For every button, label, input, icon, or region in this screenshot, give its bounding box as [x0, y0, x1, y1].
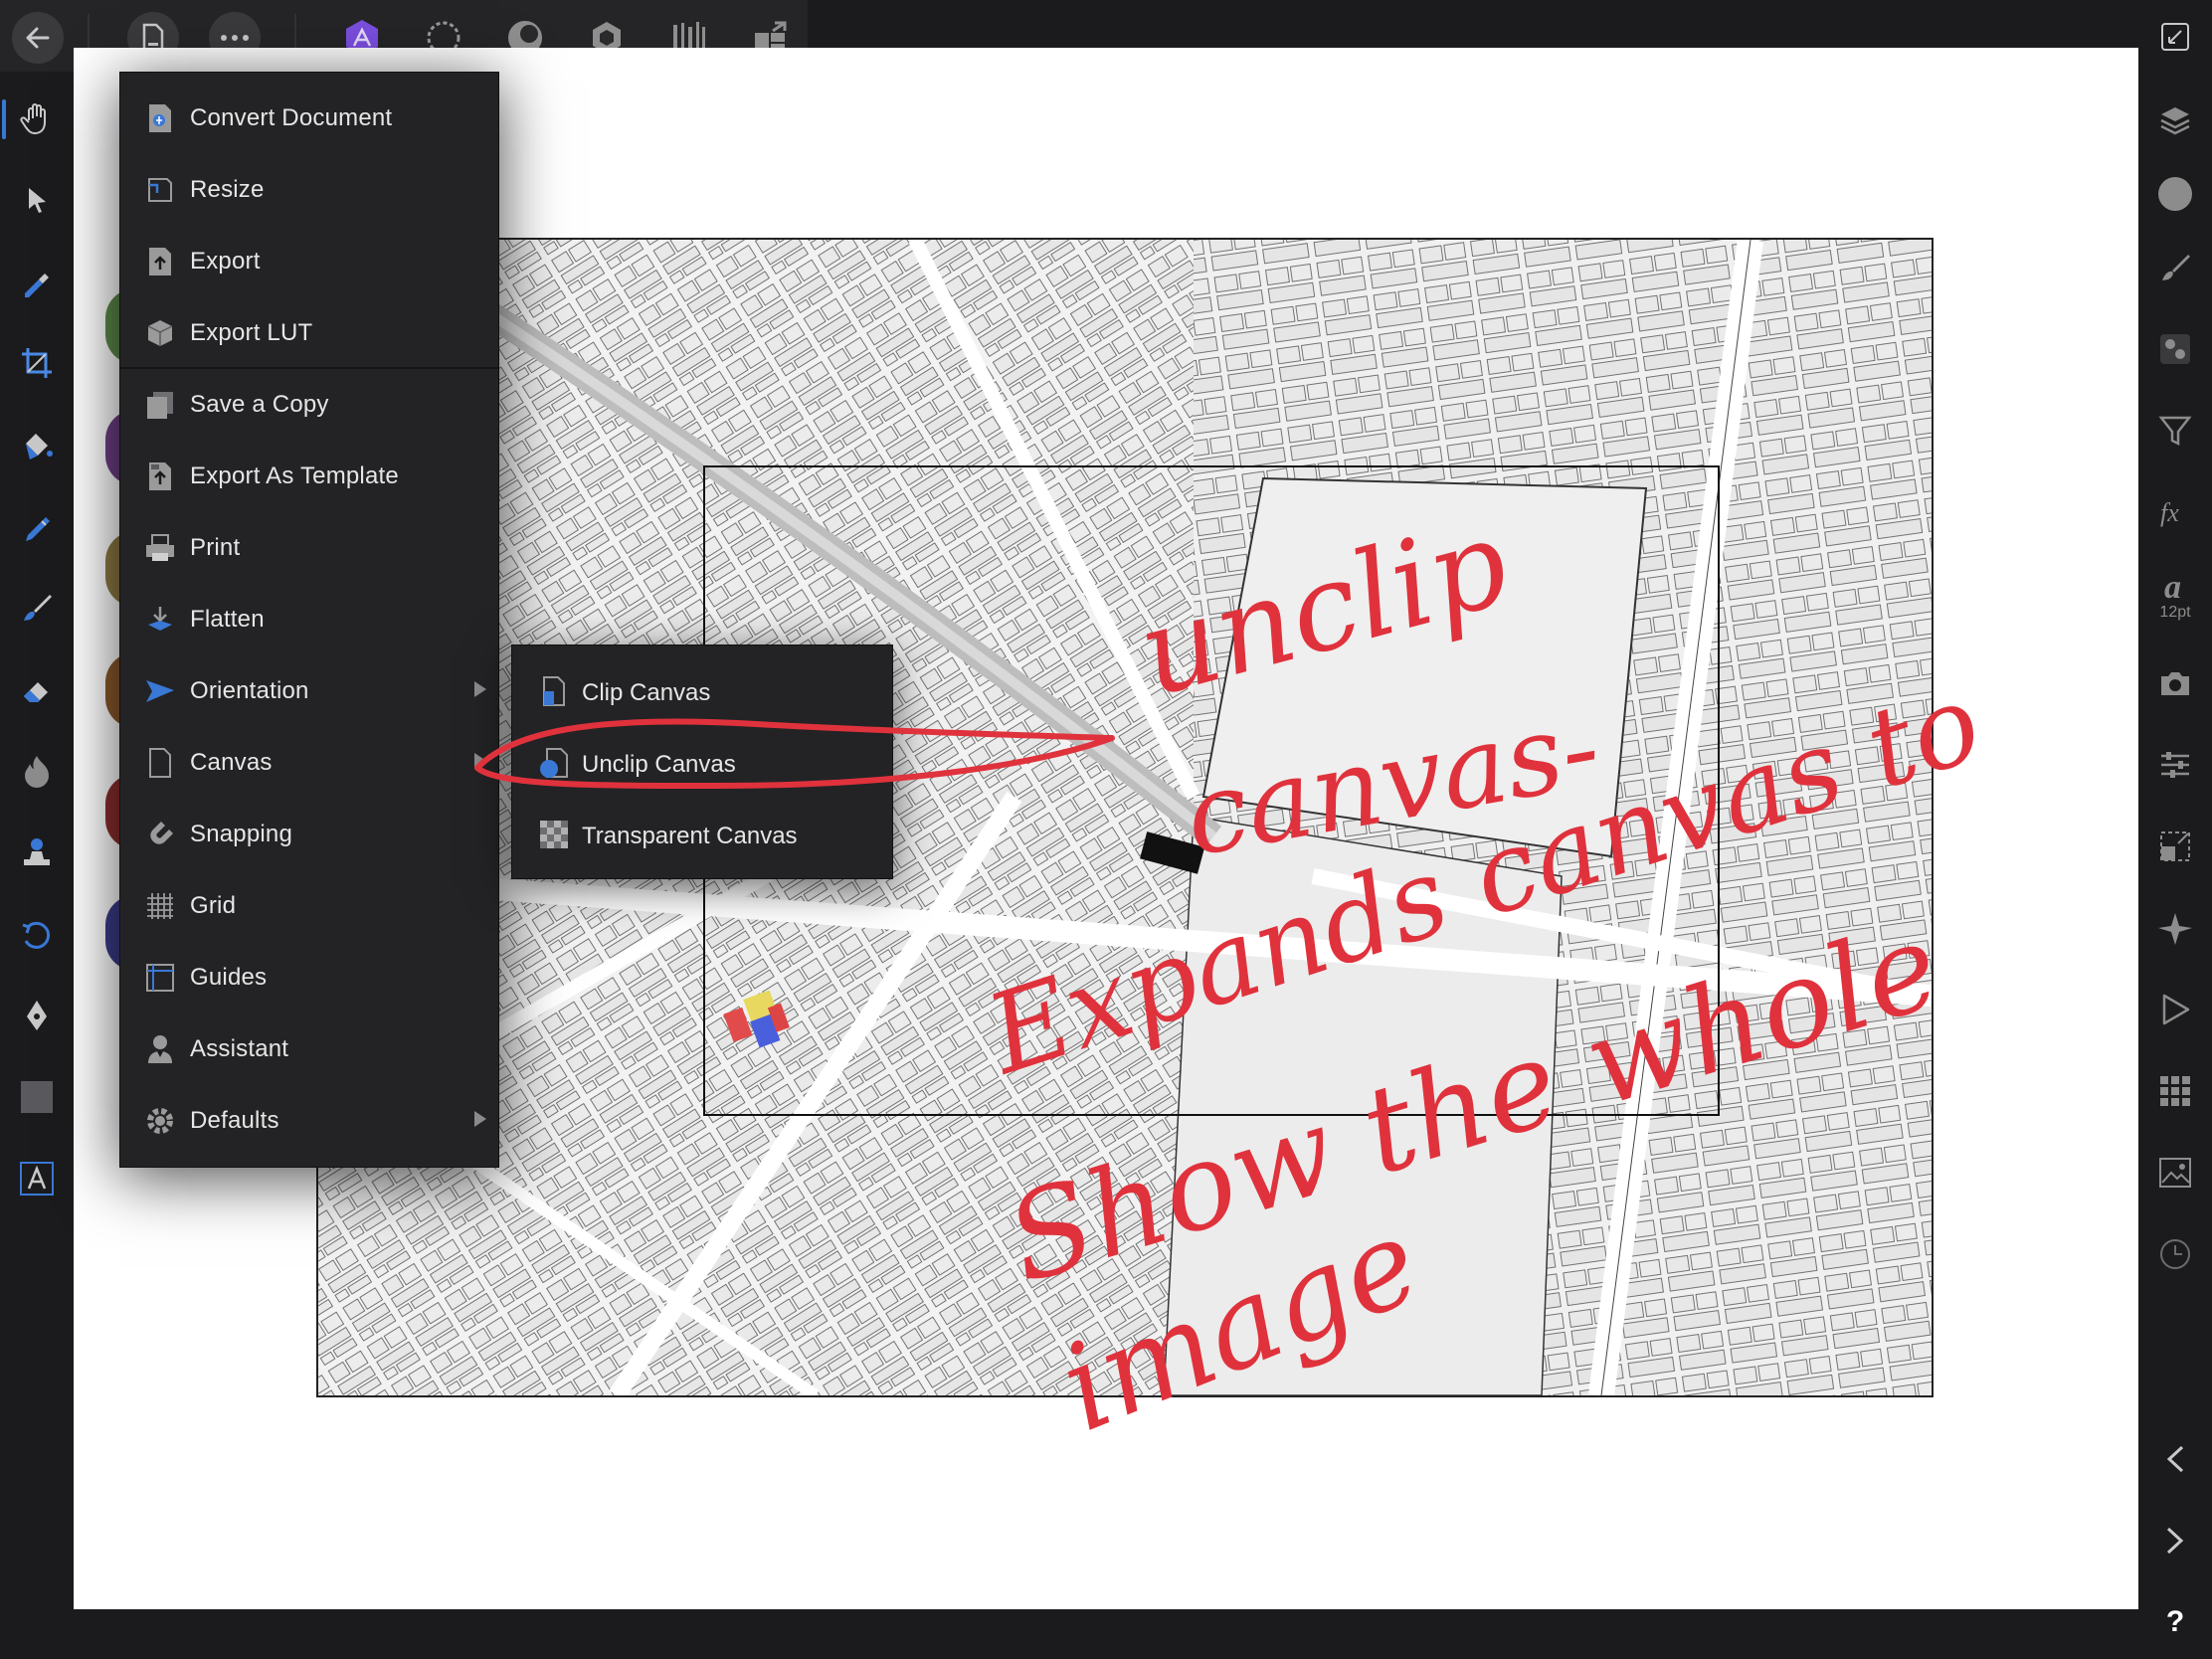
move-tool-icon[interactable]	[10, 173, 64, 227]
menu-item-export-lut[interactable]: Export LUT	[120, 297, 498, 369]
library-grid-icon[interactable]	[2148, 1064, 2202, 1118]
defaults-icon	[142, 1103, 178, 1139]
back-arrow-icon[interactable]	[12, 12, 64, 64]
unclip-canvas-icon	[536, 745, 572, 781]
left-toolbar	[0, 72, 74, 1659]
document-menu: Convert Document Resize Export Export LU…	[119, 72, 499, 1168]
flood-fill-icon[interactable]	[10, 418, 64, 471]
menu-item-defaults[interactable]: Defaults	[120, 1085, 498, 1157]
paint-brush-icon[interactable]	[10, 581, 64, 635]
transform-icon[interactable]	[2148, 820, 2202, 873]
orientation-icon	[142, 673, 178, 709]
menu-item-snapping[interactable]: Snapping	[120, 799, 498, 870]
hand-tool-icon[interactable]	[2, 92, 64, 145]
pen-tool-icon[interactable]	[10, 989, 64, 1042]
grid-icon	[142, 888, 178, 924]
macro-play-icon[interactable]	[2148, 983, 2202, 1036]
menu-item-flatten[interactable]: Flatten	[120, 584, 498, 655]
snapping-icon	[142, 817, 178, 852]
menu-item-canvas[interactable]: Canvas	[120, 727, 498, 799]
svg-text:fx: fx	[2160, 498, 2179, 527]
adjustments-icon[interactable]	[2148, 322, 2202, 376]
help-button[interactable]: ?	[2148, 1595, 2202, 1649]
undo-brush-icon[interactable]	[10, 907, 64, 961]
convert-document-icon	[142, 100, 178, 136]
color-icon[interactable]	[2148, 167, 2202, 221]
chevron-left-icon[interactable]	[2148, 1432, 2202, 1486]
menu-item-save-a-copy[interactable]: Save a Copy	[120, 369, 498, 441]
menu-item-resize[interactable]: Resize	[120, 154, 498, 226]
save-copy-icon	[142, 387, 178, 423]
eraser-icon[interactable]	[10, 662, 64, 716]
menu-item-orientation[interactable]: Orientation	[120, 655, 498, 727]
submenu-arrow-icon	[474, 753, 486, 769]
menu-item-export[interactable]: Export	[120, 226, 498, 297]
rectangle-tool-icon[interactable]	[10, 1070, 64, 1124]
fullscreen-icon[interactable]	[2148, 10, 2202, 64]
font-size-label: 12pt	[2159, 604, 2191, 621]
svg-text:a: a	[2164, 570, 2181, 604]
right-sidebar: fx a 12pt ?	[2138, 0, 2212, 1659]
canvas-submenu: Clip Canvas Unclip Canvas Transparent Ca…	[511, 645, 893, 879]
guides-icon	[142, 960, 178, 996]
transparent-canvas-icon	[536, 817, 572, 852]
bottom-bar	[74, 1609, 2138, 1659]
navigator-icon[interactable]	[2148, 901, 2202, 955]
export-lut-icon	[142, 315, 178, 351]
flatten-icon	[142, 602, 178, 638]
submenu-item-unclip-canvas[interactable]: Unclip Canvas	[512, 727, 892, 799]
character-icon[interactable]: a 12pt	[2148, 561, 2202, 631]
submenu-arrow-icon	[474, 681, 486, 697]
menu-item-convert-document[interactable]: Convert Document	[120, 83, 498, 154]
layers-icon[interactable]	[2148, 93, 2202, 147]
text-tool-icon[interactable]	[10, 1152, 64, 1205]
help-icon: ?	[2165, 1605, 2185, 1638]
chevron-right-icon[interactable]	[2148, 1514, 2202, 1567]
color-picker-icon[interactable]	[10, 255, 64, 308]
menu-item-export-as-template[interactable]: Export As Template	[120, 441, 498, 512]
image-stock-icon[interactable]	[2148, 1146, 2202, 1199]
sliders-icon[interactable]	[2148, 738, 2202, 792]
clone-stamp-icon[interactable]	[10, 826, 64, 879]
resize-icon	[142, 172, 178, 208]
menu-item-guides[interactable]: Guides	[120, 942, 498, 1014]
fx-icon[interactable]: fx	[2148, 485, 2202, 539]
canvas-icon	[142, 745, 178, 781]
burn-tool-icon[interactable]	[10, 744, 64, 798]
export-template-icon	[142, 459, 178, 494]
submenu-arrow-icon	[474, 1111, 486, 1127]
brushes-icon[interactable]	[2148, 241, 2202, 294]
crop-tool-icon[interactable]	[10, 336, 64, 390]
assistant-icon	[142, 1031, 178, 1067]
filters-icon[interactable]	[2148, 404, 2202, 458]
camera-icon[interactable]	[2148, 656, 2202, 710]
submenu-item-transparent-canvas[interactable]: Transparent Canvas	[512, 799, 892, 870]
selection-brush-icon[interactable]	[10, 499, 64, 553]
submenu-item-clip-canvas[interactable]: Clip Canvas	[512, 655, 892, 727]
menu-item-grid[interactable]: Grid	[120, 870, 498, 942]
history-icon[interactable]	[2148, 1227, 2202, 1281]
clip-canvas-icon	[536, 673, 572, 709]
export-icon	[142, 244, 178, 279]
print-icon	[142, 530, 178, 566]
menu-item-assistant[interactable]: Assistant	[120, 1014, 498, 1085]
menu-item-print[interactable]: Print	[120, 512, 498, 584]
